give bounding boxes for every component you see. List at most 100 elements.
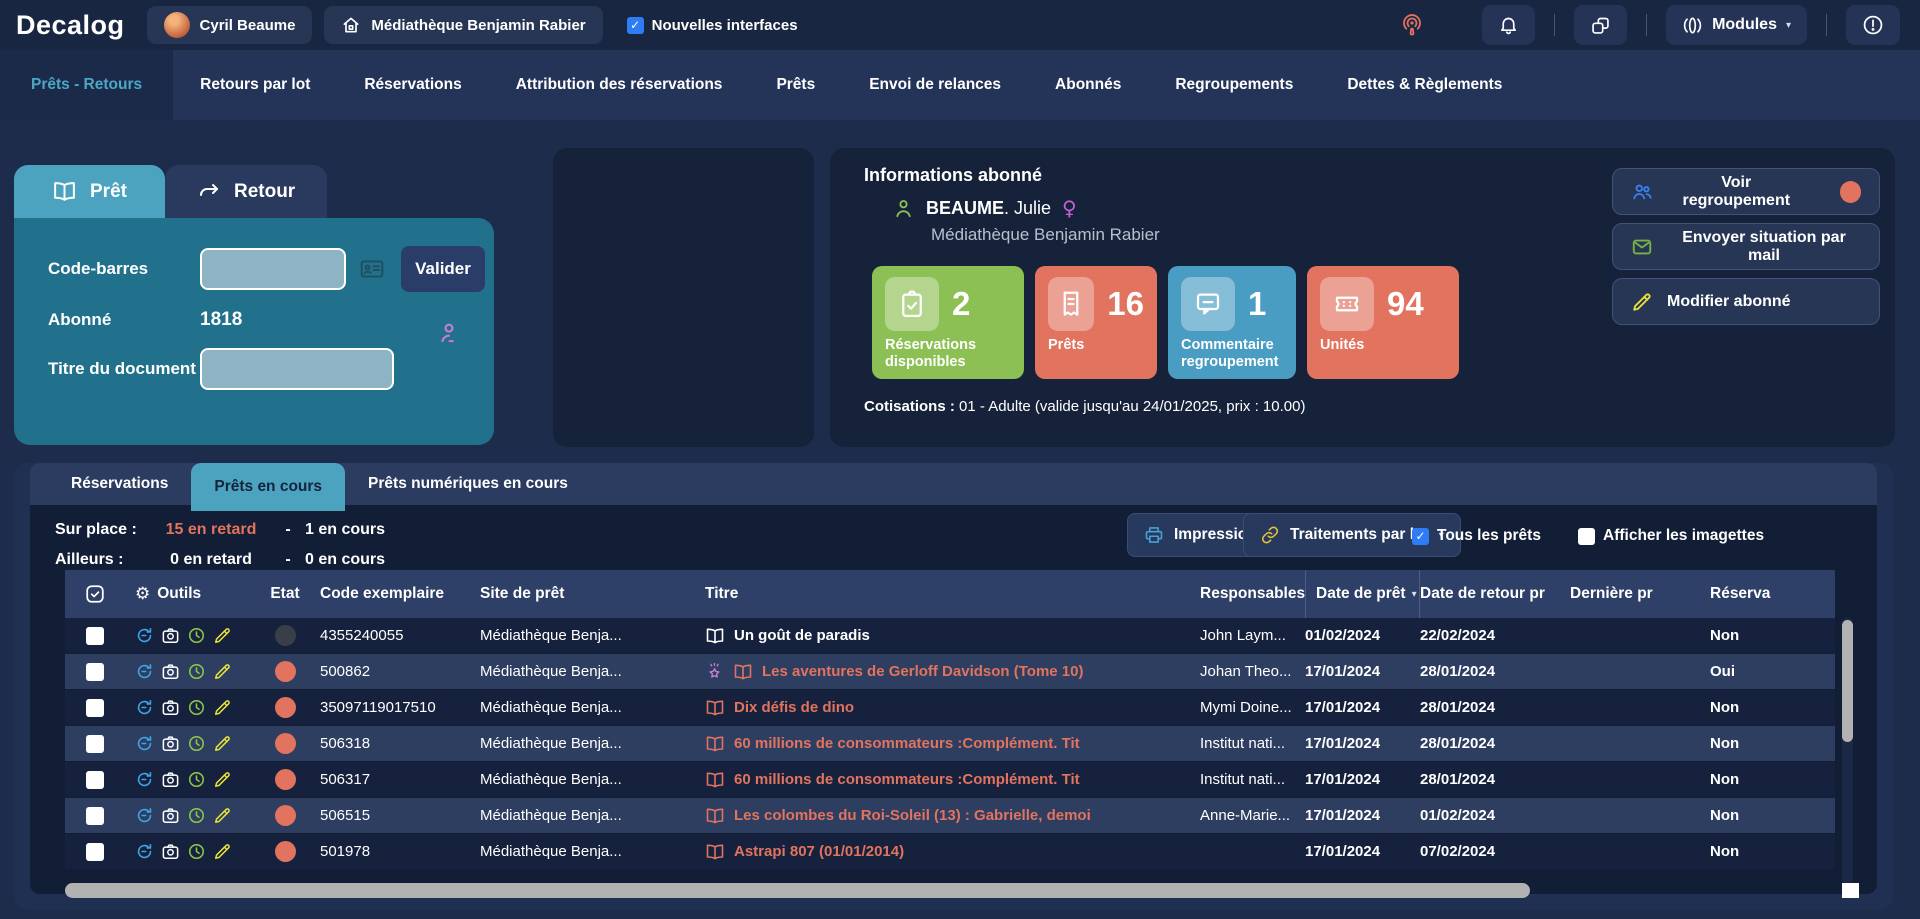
renew-loan-icon[interactable] <box>135 698 154 717</box>
edit-pencil-icon[interactable] <box>213 734 232 753</box>
loans-tab[interactable]: Prêts en cours <box>191 463 345 511</box>
row-checkbox[interactable] <box>86 807 104 825</box>
validate-button[interactable]: Valider <box>401 246 485 292</box>
history-clock-icon[interactable] <box>187 626 206 645</box>
history-clock-icon[interactable] <box>187 698 206 717</box>
history-clock-icon[interactable] <box>187 770 206 789</box>
member-search-icon[interactable] <box>436 320 462 346</box>
doc-title-input[interactable] <box>200 348 394 390</box>
row-checkbox[interactable] <box>86 699 104 717</box>
history-clock-icon[interactable] <box>187 734 206 753</box>
renew-loan-icon[interactable] <box>135 770 154 789</box>
nav-tab[interactable]: Retours par lot <box>173 50 337 120</box>
document-title[interactable]: Les colombes du Roi-Soleil (13) : Gabrie… <box>734 807 1091 824</box>
tab-pret[interactable]: Prêt <box>14 165 165 218</box>
edit-pencil-icon[interactable] <box>213 626 232 645</box>
renew-loan-icon[interactable] <box>135 734 154 753</box>
header-return-date[interactable]: Date de retour pr <box>1420 585 1570 603</box>
member-stat-card[interactable]: 16Prêts <box>1035 266 1157 379</box>
horizontal-scrollbar-thumb[interactable] <box>65 883 1530 898</box>
nav-tab[interactable]: Attribution des réservations <box>489 50 750 120</box>
document-title[interactable]: Un goût de paradis <box>734 627 870 644</box>
renew-loan-icon[interactable] <box>135 626 154 645</box>
nav-tab[interactable]: Dettes & Règlements <box>1320 50 1529 120</box>
table-row[interactable]: 35097119017510 Médiathèque Benja... Dix … <box>65 690 1835 726</box>
nav-tab[interactable]: Envoi de relances <box>842 50 1028 120</box>
nav-tab[interactable]: Regroupements <box>1148 50 1320 120</box>
row-checkbox[interactable] <box>86 771 104 789</box>
camera-icon[interactable] <box>161 662 180 681</box>
edit-pencil-icon[interactable] <box>213 698 232 717</box>
checkbox-checked-icon[interactable]: ✓ <box>1412 528 1429 545</box>
row-checkbox[interactable] <box>86 843 104 861</box>
member-stat-card[interactable]: 1Commentaire regroupement <box>1168 266 1296 379</box>
checkbox-unchecked-icon[interactable] <box>1578 528 1595 545</box>
document-title[interactable]: Les aventures de Gerloff Davidson (Tome … <box>762 663 1083 680</box>
current-library-button[interactable]: Médiathèque Benjamin Rabier <box>324 6 602 44</box>
document-title[interactable]: 60 millions de consommateurs :Complément… <box>734 771 1080 788</box>
apps-button[interactable] <box>1574 5 1627 45</box>
all-loans-filter[interactable]: ✓ Tous les prêts <box>1412 527 1541 545</box>
document-title[interactable]: Dix défis de dino <box>734 699 854 716</box>
camera-icon[interactable] <box>161 698 180 717</box>
history-clock-icon[interactable] <box>187 842 206 861</box>
row-checkbox[interactable] <box>86 735 104 753</box>
header-loan-date[interactable]: Date de prêt ▾ <box>1305 570 1420 618</box>
table-row[interactable]: 500862 Médiathèque Benja... Les aventure… <box>65 654 1835 690</box>
member-action-button[interactable]: Voir regroupement <box>1612 168 1880 215</box>
member-action-button[interactable]: Envoyer situation par mail <box>1612 223 1880 270</box>
thumbnails-filter[interactable]: Afficher les imagettes <box>1578 527 1764 545</box>
header-site[interactable]: Site de prêt <box>480 585 705 603</box>
header-state[interactable]: Etat <box>250 585 320 603</box>
nav-tab[interactable]: Prêts <box>749 50 842 120</box>
nav-tab[interactable]: Prêts - Retours <box>0 50 173 120</box>
nav-tab[interactable]: Réservations <box>337 50 488 120</box>
table-row[interactable]: 506317 Médiathèque Benja... 60 millions … <box>65 762 1835 798</box>
horizontal-scrollbar[interactable] <box>65 883 1835 898</box>
loans-tab[interactable]: Prêts numériques en cours <box>345 463 591 505</box>
checkbox-checked-icon[interactable]: ✓ <box>627 17 644 34</box>
camera-icon[interactable] <box>161 806 180 825</box>
modules-button[interactable]: Modules ▾ <box>1666 5 1807 45</box>
edit-pencil-icon[interactable] <box>213 770 232 789</box>
notifications-button[interactable] <box>1482 5 1535 45</box>
edit-pencil-icon[interactable] <box>213 806 232 825</box>
camera-icon[interactable] <box>161 626 180 645</box>
select-all-checkbox[interactable] <box>65 583 125 605</box>
broadcast-icon[interactable] <box>1400 13 1424 37</box>
renew-loan-icon[interactable] <box>135 842 154 861</box>
table-row[interactable]: 4355240055 Médiathèque Benja... Un goût … <box>65 618 1835 654</box>
history-clock-icon[interactable] <box>187 662 206 681</box>
row-checkbox[interactable] <box>86 627 104 645</box>
member-action-button[interactable]: Modifier abonné <box>1612 278 1880 325</box>
header-title[interactable]: Titre <box>705 585 1200 603</box>
member-stat-card[interactable]: 2Réservations disponibles <box>872 266 1024 379</box>
document-title[interactable]: 60 millions de consommateurs :Complément… <box>734 735 1080 752</box>
tab-retour[interactable]: Retour <box>165 165 327 218</box>
document-title[interactable]: Astrapi 807 (01/01/2014) <box>734 843 904 860</box>
table-row[interactable]: 506515 Médiathèque Benja... Les colombes… <box>65 798 1835 834</box>
edit-pencil-icon[interactable] <box>213 842 232 861</box>
vertical-scrollbar[interactable] <box>1842 618 1853 884</box>
id-card-icon[interactable] <box>359 256 385 282</box>
barcode-input[interactable] <box>200 248 346 290</box>
edit-pencil-icon[interactable] <box>213 662 232 681</box>
vertical-scrollbar-thumb[interactable] <box>1842 620 1853 742</box>
header-last-renewal[interactable]: Dernière pr <box>1570 585 1710 603</box>
header-tools[interactable]: ⚙ Outils <box>125 584 250 604</box>
header-responsible[interactable]: Responsables <box>1200 585 1305 603</box>
loans-tab[interactable]: Réservations <box>48 463 191 505</box>
help-button[interactable] <box>1846 5 1900 45</box>
camera-icon[interactable] <box>161 842 180 861</box>
current-user-button[interactable]: Cyril Beaume <box>147 6 313 44</box>
renew-loan-icon[interactable] <box>135 662 154 681</box>
camera-icon[interactable] <box>161 770 180 789</box>
table-row[interactable]: 506318 Médiathèque Benja... 60 millions … <box>65 726 1835 762</box>
renew-loan-icon[interactable] <box>135 806 154 825</box>
row-checkbox[interactable] <box>86 663 104 681</box>
member-stat-card[interactable]: 94Unités <box>1307 266 1459 379</box>
header-reserved[interactable]: Réserva <box>1710 585 1835 603</box>
nav-tab[interactable]: Abonnés <box>1028 50 1148 120</box>
header-code[interactable]: Code exemplaire <box>320 585 480 603</box>
camera-icon[interactable] <box>161 734 180 753</box>
